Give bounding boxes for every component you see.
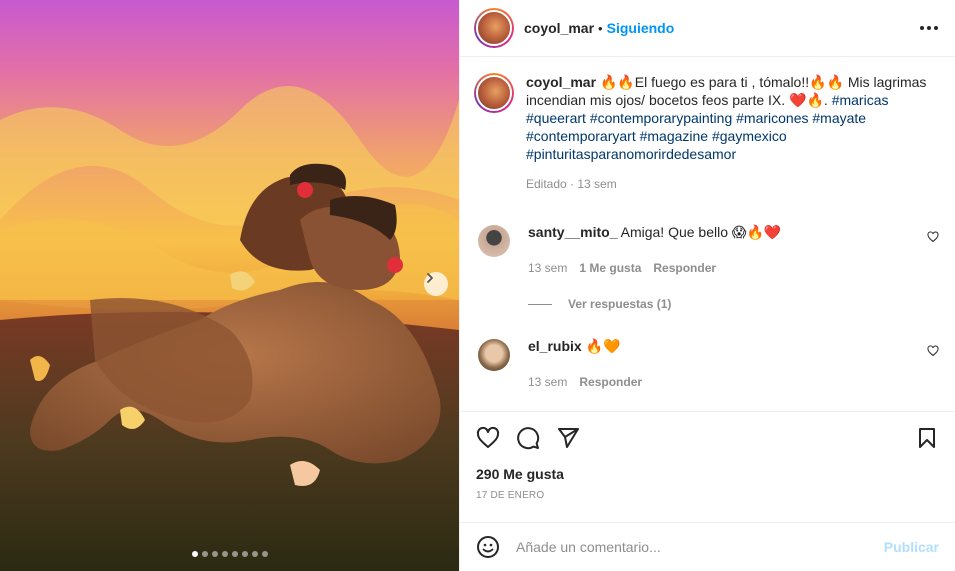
comment-likes[interactable]: 1 Me gusta [579,259,641,277]
add-comment-bar: Añade un comentario... Publicar [460,522,955,571]
emoji-icon[interactable] [476,535,500,559]
carousel-indicator [0,551,459,557]
caption-avatar[interactable] [474,73,514,113]
view-replies-button[interactable]: Ver respuestas (1) [528,297,939,311]
post-media[interactable] [0,0,459,571]
comment-text: Amiga! Que bello 😱🔥❤️ [620,224,782,240]
carousel-dot [261,551,268,557]
post-caption: coyol_mar 🔥🔥El fuego es para ti , tómalo… [474,73,939,193]
comments-list[interactable]: coyol_mar 🔥🔥El fuego es para ti , tómalo… [460,57,955,411]
post-date: 17 DE ENERO [476,490,545,501]
comment-input[interactable]: Añade un comentario... [516,539,884,555]
caption-meta: Editado · 13 sem [526,177,617,191]
comment-time: 13 sem [528,375,568,389]
view-replies-label: Ver respuestas (1) [568,297,672,311]
post-header: coyol_mar • Siguiendo [460,0,955,57]
comment-item: el_rubix 🔥🧡 13 sem Responder [474,335,939,391]
reply-button[interactable]: Responder [653,259,716,277]
carousel-dot [251,551,258,557]
publish-button[interactable]: Publicar [884,539,939,555]
likes-count[interactable]: 290 Me gusta [476,466,939,482]
comment-like-icon[interactable] [927,345,939,357]
comment-item: santy__mito_ Amiga! Que bello 😱🔥❤️ 13 se… [474,221,939,277]
comment-username[interactable]: santy__mito_ [528,224,617,240]
post-actions: 290 Me gusta 17 DE ENERO [460,411,955,511]
carousel-dot [211,551,218,557]
post-side-panel: coyol_mar • Siguiendo coyol_mar 🔥🔥El fue… [459,0,955,571]
comment-text: 🔥🧡 [585,338,621,354]
separator-dot: • [598,20,603,36]
author-avatar[interactable] [474,8,514,48]
comment-icon[interactable] [516,426,540,450]
comment-like-icon[interactable] [927,231,939,243]
painting-image [0,0,459,571]
carousel-dot [231,551,238,557]
carousel-dot [201,551,208,557]
carousel-dot [191,551,198,557]
comment-username[interactable]: el_rubix [528,338,582,354]
save-icon[interactable] [915,426,939,450]
post-dialog: coyol_mar • Siguiendo coyol_mar 🔥🔥El fue… [0,0,955,571]
heart-icon[interactable] [476,426,500,450]
more-options-icon[interactable] [919,18,939,38]
carousel-dot [221,551,228,557]
next-slide-button[interactable] [424,272,448,296]
comment-time: 13 sem [528,261,568,275]
commenter-avatar[interactable] [478,339,510,371]
carousel-dot [241,551,248,557]
following-button[interactable]: Siguiendo [607,20,675,36]
commenter-avatar[interactable] [478,225,510,257]
caption-username[interactable]: coyol_mar [526,74,596,90]
author-username[interactable]: coyol_mar [524,20,594,36]
share-icon[interactable] [556,426,580,450]
next-slide-icon [427,273,433,283]
reply-button[interactable]: Responder [579,373,642,391]
